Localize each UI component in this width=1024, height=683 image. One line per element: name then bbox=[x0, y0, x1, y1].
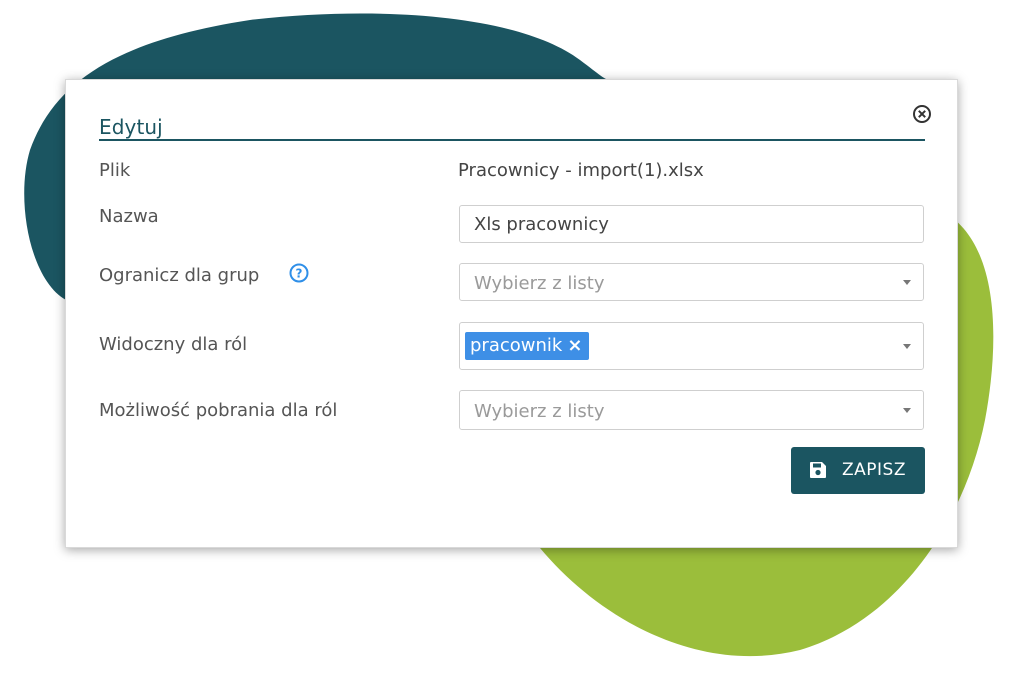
download-roles-label: Możliwość pobrania dla ról bbox=[99, 400, 338, 421]
visible-roles-select[interactable]: pracownik × bbox=[459, 322, 924, 370]
dialog-title: Edytuj bbox=[99, 115, 163, 139]
name-input[interactable] bbox=[460, 206, 923, 242]
download-roles-placeholder: Wybierz z listy bbox=[474, 401, 605, 422]
edit-dialog: Edytuj Plik Pracownicy - import(1).xlsx … bbox=[65, 79, 958, 548]
groups-select[interactable]: Wybierz z listy bbox=[459, 263, 924, 301]
question-circle-icon[interactable]: ? bbox=[289, 263, 309, 283]
chevron-down-icon bbox=[903, 280, 911, 285]
save-button-label: ZAPISZ bbox=[842, 460, 906, 480]
close-icon[interactable] bbox=[912, 104, 932, 124]
visible-roles-label: Widoczny dla ról bbox=[99, 334, 248, 355]
save-button[interactable]: ZAPISZ bbox=[791, 447, 925, 494]
role-tag: pracownik × bbox=[465, 332, 590, 360]
download-roles-select[interactable]: Wybierz z listy bbox=[459, 390, 924, 430]
chevron-down-icon bbox=[903, 344, 911, 349]
file-name-value: Pracownicy - import(1).xlsx bbox=[458, 160, 704, 181]
floppy-disk-icon bbox=[810, 462, 826, 478]
svg-text:?: ? bbox=[296, 267, 303, 281]
file-label: Plik bbox=[99, 160, 131, 181]
groups-label: Ogranicz dla grup bbox=[99, 265, 260, 286]
chevron-down-icon bbox=[903, 408, 911, 413]
role-tag-label: pracownik bbox=[470, 335, 563, 356]
tag-remove-icon[interactable]: × bbox=[567, 335, 582, 356]
name-label: Nazwa bbox=[99, 206, 159, 227]
name-field bbox=[459, 205, 924, 243]
title-divider bbox=[99, 139, 925, 141]
groups-placeholder: Wybierz z listy bbox=[474, 273, 605, 294]
